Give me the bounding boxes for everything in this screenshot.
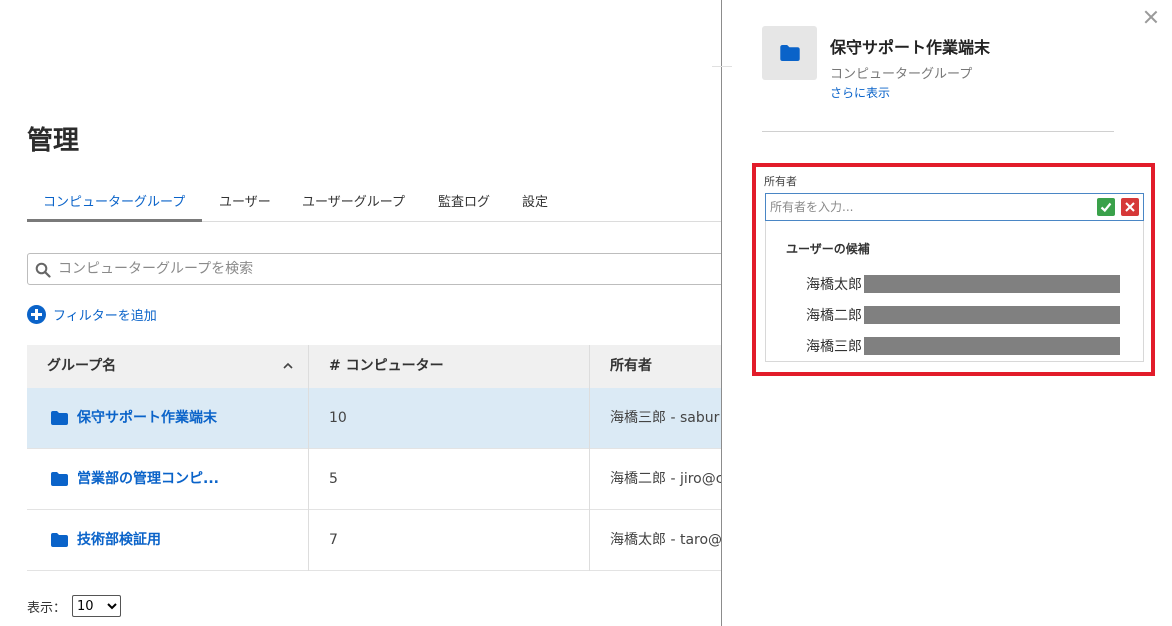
owner-cell: 海橋三郎 - sabur [610,410,720,426]
owner-label: 所有者 [764,175,797,188]
show-more-link[interactable]: さらに表示 [830,84,890,101]
tab-computer-groups[interactable]: コンピューターグループ [43,191,185,210]
table-row[interactable]: 保守サポート作業端末 10 海橋三郎 - sabur [27,388,727,449]
owner-field-highlight: 所有者 ユーザーの候補 海橋太郎 海橋二郎 [752,163,1155,376]
group-name: 技術部検証用 [77,532,161,548]
page-size-select[interactable]: 10 [72,595,122,617]
group-name-cell[interactable]: 技術部検証用 [51,510,161,570]
search-icon [35,262,51,278]
column-header-owner[interactable]: 所有者 [610,345,652,388]
computer-count: 7 [329,532,338,548]
tab-audit-log[interactable]: 監査ログ [438,191,490,210]
divider [762,131,1114,132]
suggestion-item[interactable]: 海橋三郎 [806,336,1120,356]
owner-cell: 海橋太郎 - taro@ [610,532,723,548]
divider [712,66,732,67]
redacted-email [864,275,1120,293]
group-name: 保守サポート作業端末 [77,410,217,426]
owner-input-wrap [765,193,1144,221]
page-size-control: 表示： 10 [27,595,122,617]
confirm-button[interactable] [1097,198,1115,216]
add-filter-button[interactable]: フィルターを追加 [27,304,157,324]
suggestion-name: 海橋二郎 [806,308,862,324]
group-name-cell[interactable]: 営業部の管理コンピ... [51,449,219,509]
check-icon [1100,202,1112,213]
cancel-button[interactable] [1121,198,1139,216]
close-icon [1125,202,1135,212]
redacted-email [864,306,1120,324]
search-box [27,253,727,285]
table-header: グループ名 # コンピューター 所有者 [27,345,727,388]
suggestion-header: ユーザーの候補 [786,242,870,256]
group-name-cell[interactable]: 保守サポート作業端末 [51,388,217,448]
owner-cell: 海橋二郎 - jiro@c [610,471,724,487]
close-icon[interactable] [1142,8,1160,26]
column-header-group-name[interactable]: グループ名 [47,345,116,388]
tab-user-groups[interactable]: ユーザーグループ [302,191,405,210]
tab-users[interactable]: ユーザー [219,191,271,210]
folder-icon [51,411,68,425]
add-filter-label: フィルターを追加 [53,308,157,324]
computer-count: 5 [329,471,338,487]
table-row[interactable]: 営業部の管理コンピ... 5 海橋二郎 - jiro@c [27,449,727,510]
column-divider [589,345,590,571]
owner-input[interactable] [770,197,1090,217]
computer-group-table: グループ名 # コンピューター 所有者 保守サポート作業端末 10 海橋三郎 -… [27,345,727,571]
plus-circle-icon [27,304,46,324]
owner-suggestion-list: ユーザーの候補 海橋太郎 海橋二郎 海橋三郎 [765,221,1144,362]
page-size-label: 表示： [27,600,67,616]
folder-icon [51,533,68,547]
folder-icon [779,45,800,61]
suggestion-name: 海橋太郎 [806,277,862,293]
tab-bar: コンピューターグループ ユーザー ユーザーグループ 監査ログ 設定 [27,186,727,222]
computer-count: 10 [329,410,347,426]
tab-settings[interactable]: 設定 [522,191,548,210]
folder-icon [51,472,68,486]
suggestion-item[interactable]: 海橋二郎 [806,305,1120,325]
table-row[interactable]: 技術部検証用 7 海橋太郎 - taro@ [27,510,727,571]
suggestion-item[interactable]: 海橋太郎 [806,274,1120,294]
detail-panel: 保守サポート作業端末 コンピューターグループ さらに表示 所有者 ユーザーの候補… [712,0,1172,626]
column-divider [308,345,309,571]
column-header-computer-count[interactable]: # コンピューター [329,345,444,388]
active-tab-indicator [27,219,202,222]
chevron-up-icon[interactable] [282,361,294,371]
page-title: 管理 [27,126,80,156]
group-icon-box [762,26,817,80]
redacted-email [864,337,1120,355]
panel-title: 保守サポート作業端末 [830,38,991,57]
suggestion-name: 海橋三郎 [806,339,862,355]
panel-subtitle: コンピューターグループ [830,67,973,82]
search-input[interactable] [58,258,708,280]
group-name: 営業部の管理コンピ... [77,471,219,487]
